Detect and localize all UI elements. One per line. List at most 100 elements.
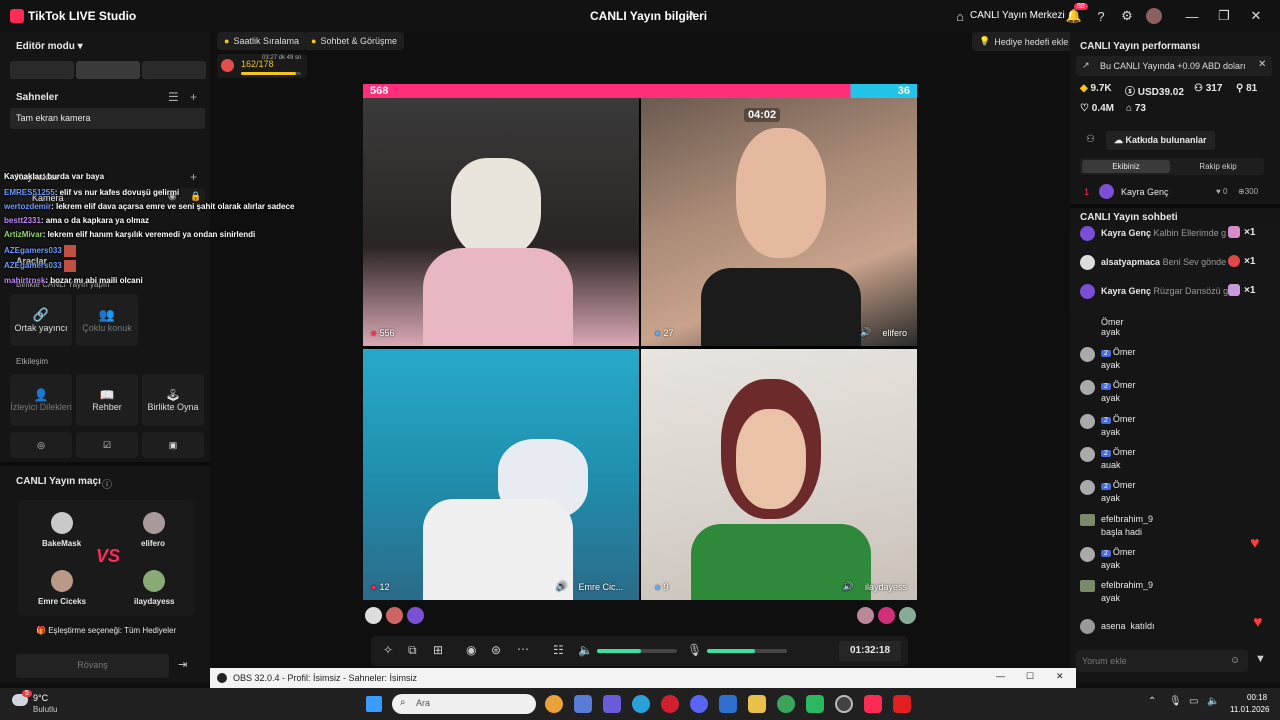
match-option[interactable]: 🎁 Eşleştirme seçeneği: Tüm Hediyeler bbox=[36, 626, 176, 635]
display-icon[interactable]: ▭ bbox=[1189, 696, 1198, 707]
tool-button-1[interactable]: ◎ bbox=[10, 432, 72, 458]
volume-icon[interactable]: 🔈 bbox=[1207, 696, 1219, 707]
avatar[interactable] bbox=[386, 607, 403, 624]
box-icon: ▣ bbox=[168, 439, 178, 450]
sliders-icon[interactable]: ☷ bbox=[553, 643, 564, 657]
opera-icon[interactable] bbox=[661, 695, 679, 713]
help-icon[interactable]: ⓘ bbox=[102, 476, 112, 491]
tile-count-value: 12 bbox=[379, 582, 390, 592]
teams-icon[interactable] bbox=[603, 695, 621, 713]
guide-button[interactable]: 📖 Rehber bbox=[76, 374, 138, 426]
tab-team[interactable]: Ekibiniz bbox=[1082, 160, 1170, 173]
screen-share-icon[interactable]: ⧉ bbox=[408, 643, 417, 658]
level-badge: 2 bbox=[1101, 417, 1111, 424]
video-tile-3[interactable]: ● 12 🔊 Emre Cic... bbox=[363, 349, 639, 600]
layout-mobile-button[interactable] bbox=[142, 61, 206, 79]
camera-effect-icon[interactable]: ⊛ bbox=[491, 643, 501, 657]
chrome-icon[interactable] bbox=[545, 695, 563, 713]
discord-icon[interactable] bbox=[690, 695, 708, 713]
gift-multiplier: ×1 bbox=[1244, 285, 1256, 296]
video-tile-4[interactable]: ● 9 🔊 ilaydayess bbox=[641, 349, 917, 600]
layout-icon[interactable]: ⊞ bbox=[433, 643, 443, 657]
store-icon[interactable] bbox=[574, 695, 592, 713]
volume-slider[interactable] bbox=[597, 649, 677, 653]
clock-time[interactable]: 00:18 bbox=[1247, 693, 1267, 702]
tool-button-2[interactable]: ☑ bbox=[76, 432, 138, 458]
request-icon: 👤 bbox=[33, 388, 49, 402]
tiktok-icon[interactable] bbox=[864, 695, 882, 713]
folder-icon[interactable] bbox=[748, 695, 766, 713]
weather-temp[interactable]: 9°C bbox=[33, 693, 48, 703]
video-tile-2[interactable]: 04:02 ● 27 🔊 elifero bbox=[641, 98, 917, 346]
avatar[interactable] bbox=[899, 607, 916, 624]
taskbar-search[interactable]: ⌕ Ara bbox=[392, 694, 536, 714]
obs-window-bar[interactable]: OBS 32.0.4 - Profil: İsimsiz - Sahneler:… bbox=[210, 668, 1076, 688]
bell-icon[interactable]: 🔔 bbox=[1066, 8, 1082, 24]
help-icon[interactable]: ? bbox=[1093, 8, 1109, 24]
tool-button-3[interactable]: ▣ bbox=[142, 432, 204, 458]
clock-date[interactable]: 11.01.2026 bbox=[1230, 705, 1269, 714]
exit-icon[interactable]: ⇥ bbox=[178, 658, 187, 671]
live-center-link[interactable]: CANLI Yayın Merkezi bbox=[970, 10, 1065, 21]
overlay-chat-line: bestt2331: ama o da kapkara ya olmaz bbox=[4, 216, 149, 225]
viewer-requests-button[interactable]: 👤 İzleyici Dilekleri bbox=[10, 374, 72, 426]
more-icon[interactable]: ⋯ bbox=[517, 642, 529, 656]
close-icon[interactable]: ✕ bbox=[1248, 8, 1264, 24]
user-settings-icon[interactable]: ⚇ bbox=[1086, 134, 1095, 145]
avatar[interactable] bbox=[857, 607, 874, 624]
hourly-rank-button[interactable]: ● Saatlik Sıralama bbox=[217, 32, 306, 50]
avatar[interactable] bbox=[407, 607, 424, 624]
close-icon[interactable]: ✕ bbox=[1056, 671, 1064, 682]
chrome-alt-icon[interactable] bbox=[777, 695, 795, 713]
edge-icon[interactable] bbox=[632, 695, 650, 713]
microphone-icon[interactable]: 🎙 bbox=[687, 643, 702, 657]
filter-icon[interactable]: ▼ bbox=[1255, 653, 1266, 665]
magic-wand-icon[interactable]: ✧ bbox=[383, 643, 393, 657]
tile-name: 🔊 elifero bbox=[860, 327, 907, 338]
gift-goal-button[interactable]: 💡 Hediye hedefi ekle bbox=[972, 32, 1076, 51]
multi-guest-button[interactable]: 👥 Çoklu konuk bbox=[76, 294, 138, 346]
comment-input[interactable]: Yorum ekle ☺ bbox=[1076, 650, 1248, 672]
add-scene-icon[interactable]: + bbox=[190, 90, 197, 104]
record-icon[interactable]: ◉ bbox=[466, 643, 476, 657]
layout-landscape-button[interactable] bbox=[76, 61, 140, 79]
chat-meet-button[interactable]: ● Sohbet & Görüşme bbox=[304, 32, 404, 50]
chat-message: Ömer bbox=[1101, 317, 1124, 327]
scene-item[interactable]: Tam ekran kamera bbox=[10, 108, 205, 129]
avatar[interactable] bbox=[365, 607, 382, 624]
obs-icon[interactable] bbox=[835, 695, 853, 713]
chat-app-icon[interactable] bbox=[806, 695, 824, 713]
avatar[interactable] bbox=[878, 607, 895, 624]
contributors-button[interactable]: ☁ Katkıda bulunanlar bbox=[1106, 131, 1215, 150]
shield-icon: ● bbox=[655, 582, 661, 592]
cohost-button[interactable]: 🔗 Ortak yayıncı bbox=[10, 294, 72, 346]
close-icon[interactable]: ✕ bbox=[1258, 59, 1266, 70]
minimize-icon[interactable]: — bbox=[996, 671, 1005, 681]
tab-rival[interactable]: Rakip ekip bbox=[1174, 160, 1262, 173]
minimize-icon[interactable]: — bbox=[1184, 8, 1200, 24]
avatar[interactable] bbox=[1146, 8, 1162, 24]
gift-multiplier: ×1 bbox=[1244, 227, 1256, 238]
chevron-up-icon[interactable]: ⌃ bbox=[1148, 696, 1156, 707]
share-icon[interactable]: ↗ bbox=[682, 8, 698, 24]
editor-mode-dropdown[interactable]: Editör modu ▾ bbox=[16, 41, 83, 52]
maximize-icon[interactable]: ☐ bbox=[1026, 671, 1034, 682]
microphone-icon[interactable]: 🎙 bbox=[1169, 696, 1182, 707]
maximize-icon[interactable]: ❐ bbox=[1216, 8, 1232, 24]
youtube-icon[interactable] bbox=[893, 695, 911, 713]
gear-icon[interactable]: ⚙ bbox=[1119, 8, 1135, 24]
home-icon[interactable]: ⌂ bbox=[952, 8, 968, 24]
rematch-button[interactable]: Rövanş bbox=[16, 654, 169, 678]
volume-icon[interactable]: 🔈 bbox=[578, 643, 593, 657]
gift-icon bbox=[1228, 284, 1240, 296]
mail-icon[interactable] bbox=[719, 695, 737, 713]
windows-start-icon[interactable] bbox=[366, 696, 382, 712]
video-tile-1[interactable]: ● 556 bbox=[363, 98, 639, 346]
perf-banner[interactable]: ↗ Bu CANLI Yayında +0.09 ABD doları ✕ bbox=[1076, 56, 1272, 76]
layout-portrait-button[interactable] bbox=[10, 61, 74, 79]
emoji-icon[interactable]: ☺ bbox=[1230, 655, 1240, 666]
list-icon[interactable]: ☰ bbox=[168, 90, 179, 104]
tile-count: ● 9 bbox=[655, 582, 668, 592]
play-together-button[interactable]: 🕹 Birlikte Oyna bbox=[142, 374, 204, 426]
mic-slider[interactable] bbox=[707, 649, 787, 653]
